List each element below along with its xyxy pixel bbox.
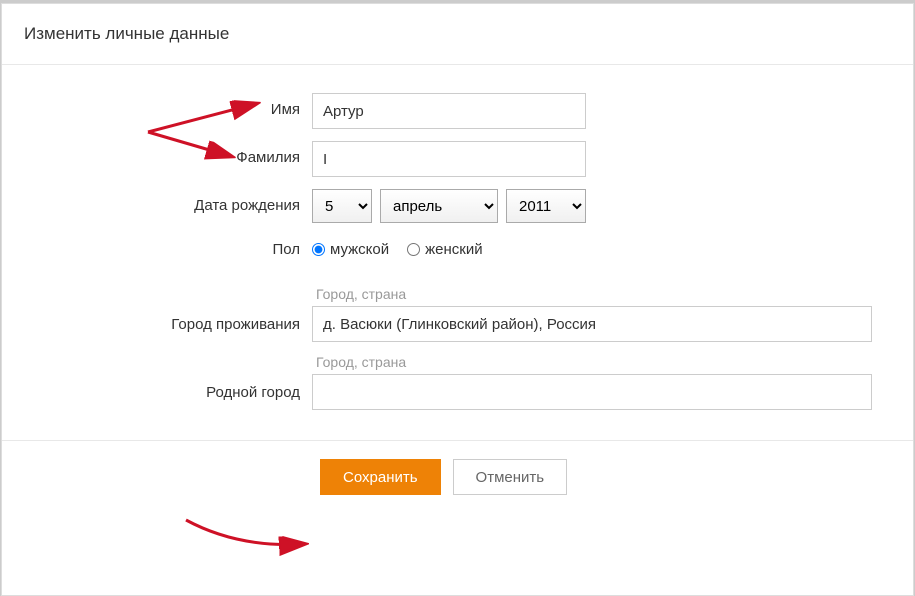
radio-gender-female[interactable] (407, 243, 420, 256)
input-city-home[interactable] (312, 374, 872, 410)
row-city-home: Родной город Город, страна (2, 354, 913, 410)
row-surname: Фамилия (2, 141, 913, 177)
modal-footer: Сохранить Отменить (2, 441, 913, 513)
cancel-button[interactable]: Отменить (453, 459, 568, 495)
row-name: Имя (2, 93, 913, 129)
input-surname[interactable] (312, 141, 586, 177)
select-dob-month[interactable]: апрель (380, 189, 498, 223)
row-gender: Пол мужской женский (2, 241, 913, 258)
row-dob: Дата рождения 5 апрель 2011 (2, 189, 913, 223)
label-gender: Пол (2, 241, 312, 258)
label-surname: Фамилия (2, 141, 312, 166)
select-dob-day[interactable]: 5 (312, 189, 372, 223)
save-button[interactable]: Сохранить (320, 459, 441, 495)
hint-city-current: Город, страна (312, 286, 913, 302)
label-city-home: Родной город (2, 354, 312, 401)
radio-gender-female-label[interactable]: женский (407, 241, 482, 258)
row-city-current: Город проживания Город, страна (2, 286, 913, 342)
input-city-current[interactable] (312, 306, 872, 342)
modal-title: Изменить личные данные (24, 24, 229, 43)
modal-body: Имя Фамилия Дата рождения 5 апрель (2, 65, 913, 441)
radio-gender-male-label[interactable]: мужской (312, 241, 389, 258)
label-name: Имя (2, 93, 312, 118)
modal-header: Изменить личные данные (2, 4, 913, 65)
radio-gender-male[interactable] (312, 243, 325, 256)
label-dob: Дата рождения (2, 189, 312, 214)
hint-city-home: Город, страна (312, 354, 913, 370)
label-city-current: Город проживания (2, 286, 312, 333)
edit-personal-data-modal: Изменить личные данные Имя Фамилия Дата … (1, 3, 914, 596)
select-dob-year[interactable]: 2011 (506, 189, 586, 223)
input-name[interactable] (312, 93, 586, 129)
